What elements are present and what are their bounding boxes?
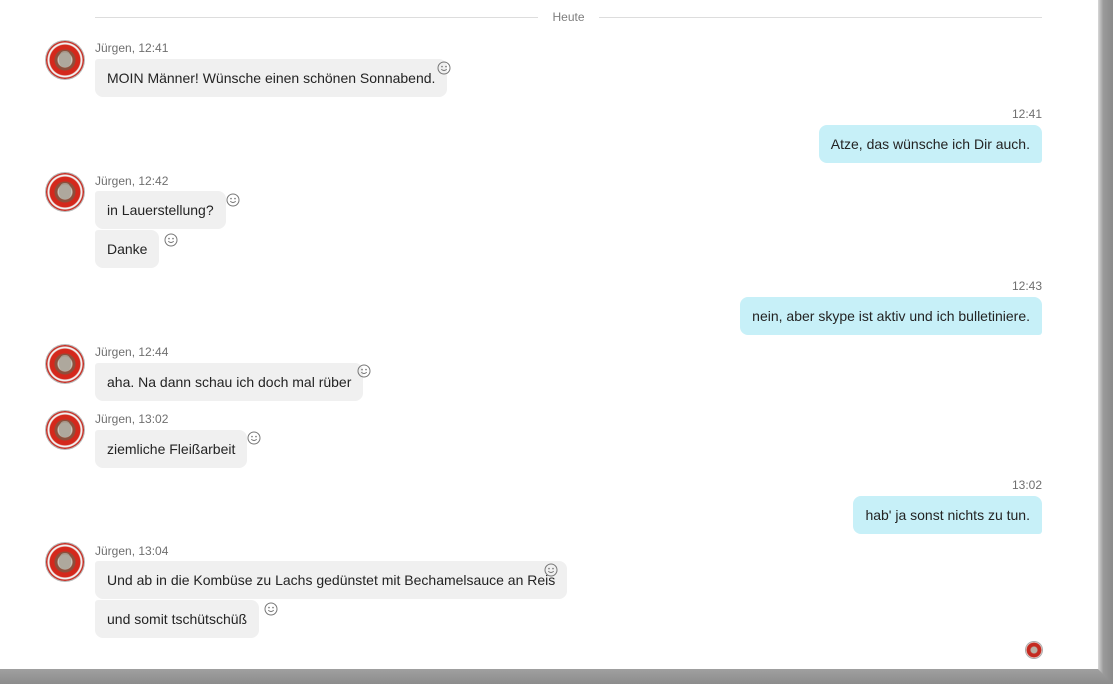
day-divider-label: Heute [552, 10, 585, 24]
page-shadow-bottom [0, 669, 1113, 684]
message-time: 12:43 [1011, 279, 1042, 293]
message-bubble-incoming[interactable]: Und ab in die Kombüse zu Lachs gedünstet… [95, 561, 568, 599]
message-time: 12:41 [1011, 107, 1042, 121]
smiley-icon[interactable] [264, 602, 278, 616]
message-bubble-outgoing[interactable]: Atze, das wünsche ich Dir auch. [818, 125, 1042, 163]
contact-avatar[interactable] [46, 173, 84, 211]
smiley-icon[interactable] [437, 61, 451, 75]
contact-avatar[interactable] [46, 411, 84, 449]
message-sender-time: Jürgen, 13:04 [95, 544, 169, 558]
read-receipt-avatar [1026, 642, 1042, 658]
smiley-icon[interactable] [247, 431, 261, 445]
message-sender-time: Jürgen, 13:02 [95, 412, 169, 426]
contact-avatar[interactable] [46, 543, 84, 581]
message-bubble-incoming[interactable]: Danke [95, 230, 160, 268]
chat-history: Heute Jürgen, 12:41 MOIN Männer! Wünsche… [0, 0, 1098, 669]
message-sender-time: Jürgen, 12:41 [95, 41, 169, 55]
message-bubble-incoming[interactable]: aha. Na dann schau ich doch mal rüber [95, 363, 364, 401]
message-bubble-incoming[interactable]: ziemliche Fleißarbeit [95, 430, 248, 468]
smiley-icon[interactable] [164, 233, 178, 247]
smiley-icon[interactable] [226, 193, 240, 207]
message-sender-time: Jürgen, 12:44 [95, 345, 169, 359]
message-bubble-outgoing[interactable]: nein, aber skype ist aktiv und ich bulle… [740, 297, 1042, 335]
smiley-icon[interactable] [544, 563, 558, 577]
smiley-icon[interactable] [357, 364, 371, 378]
message-sender-time: Jürgen, 12:42 [95, 174, 169, 188]
day-divider: Heute [95, 9, 1042, 27]
divider-line [599, 17, 1042, 18]
message-time: 13:02 [1011, 478, 1042, 492]
message-bubble-incoming[interactable]: in Lauerstellung? [95, 191, 226, 229]
message-bubble-incoming[interactable]: MOIN Männer! Wünsche einen schönen Sonna… [95, 59, 448, 97]
contact-avatar[interactable] [46, 41, 84, 79]
message-bubble-outgoing[interactable]: hab' ja sonst nichts zu tun. [853, 496, 1042, 534]
divider-line [95, 17, 538, 18]
contact-avatar[interactable] [46, 345, 84, 383]
page-shadow-right [1098, 0, 1113, 684]
message-bubble-incoming[interactable]: und somit tschütschüß [95, 600, 260, 638]
